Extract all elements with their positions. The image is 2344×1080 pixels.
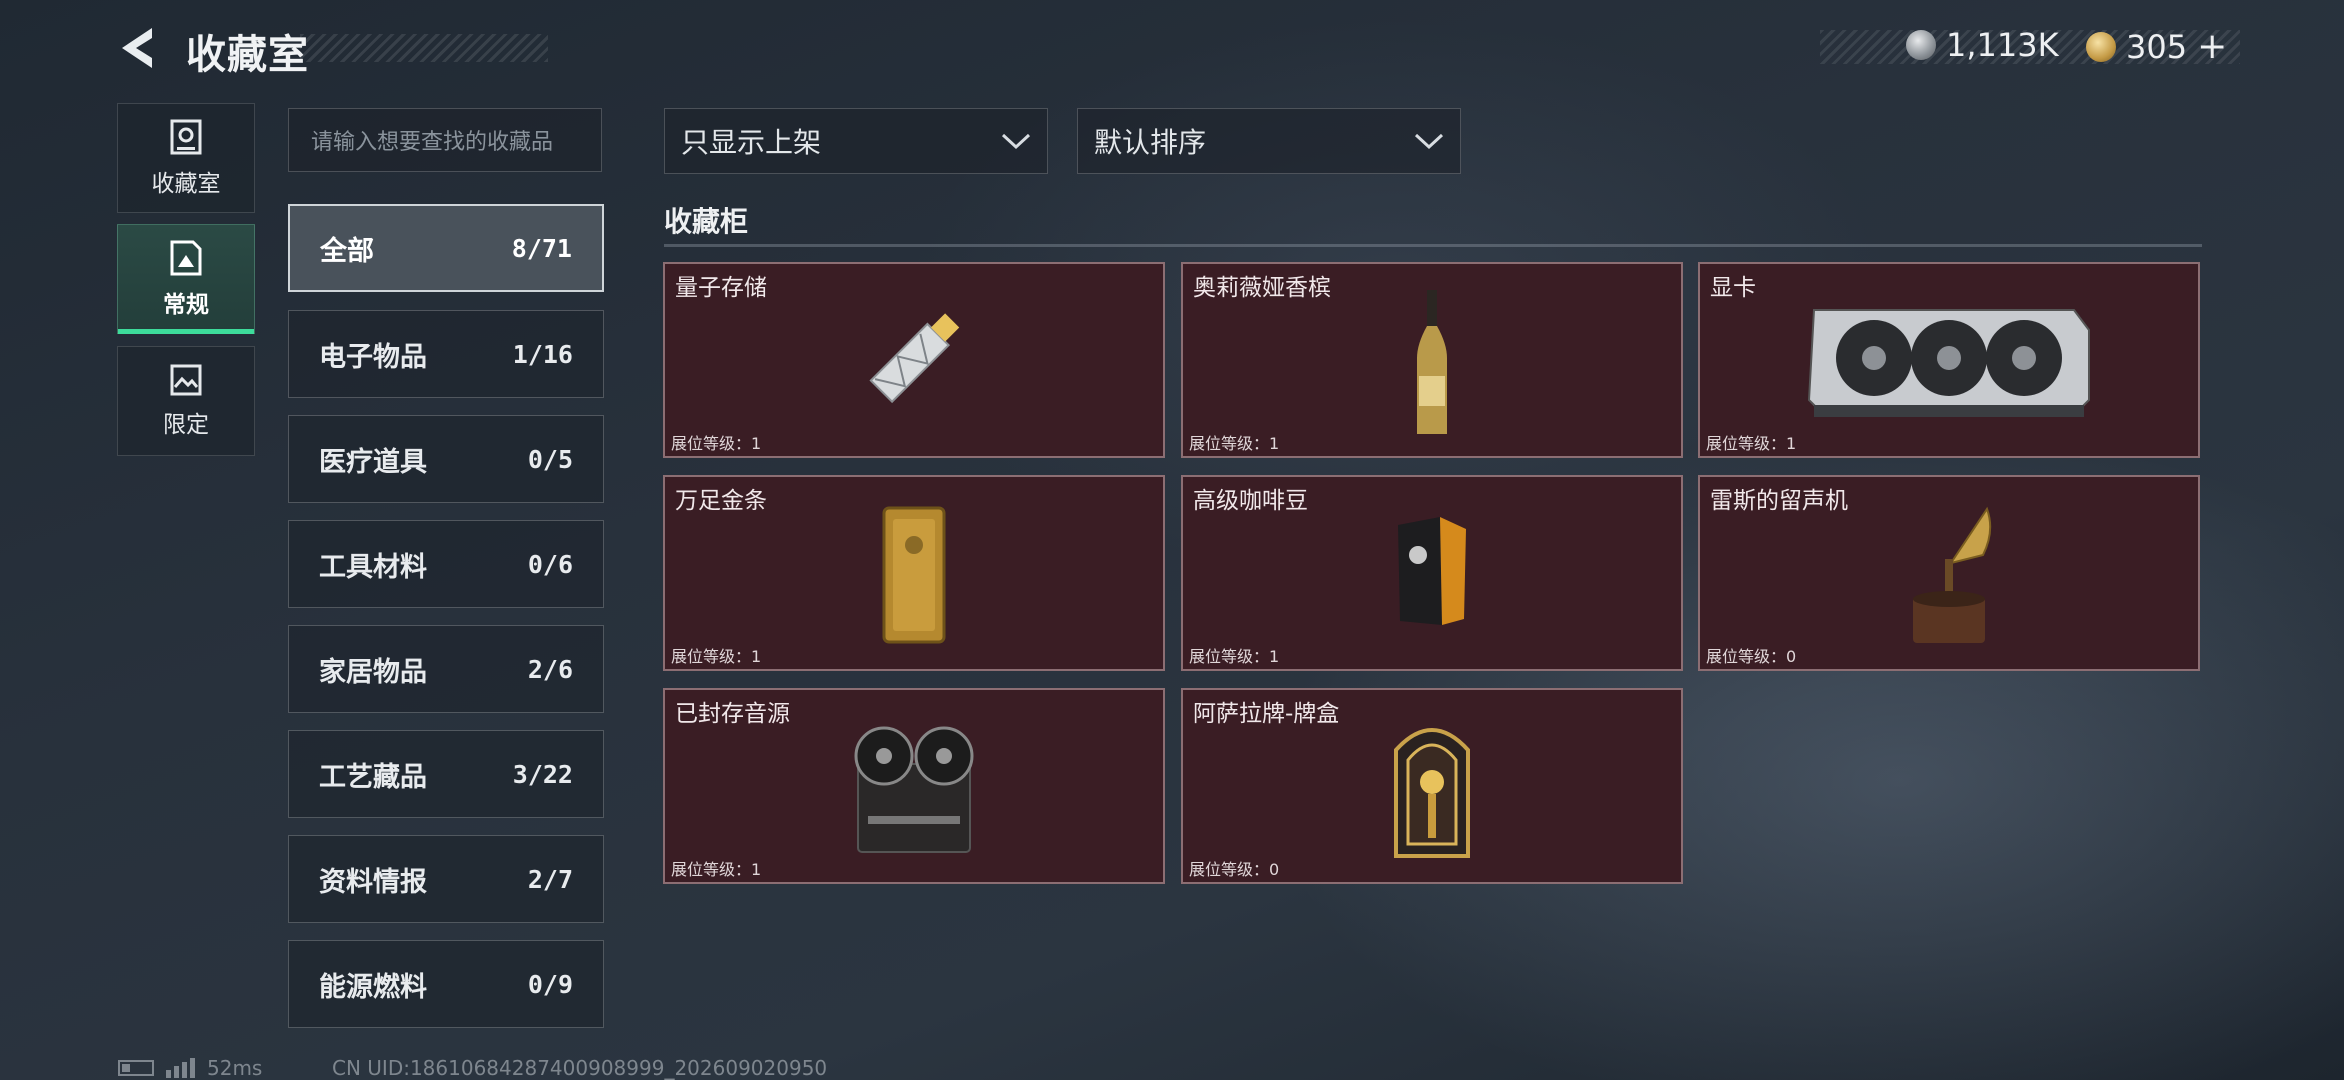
collection-card[interactable]: 奥莉薇娅香槟 展位等级：1 [1181, 262, 1683, 458]
battery-icon [118, 1060, 154, 1076]
collection-card[interactable]: 显卡 展位等级：1 [1698, 262, 2200, 458]
silver-coin-icon [1906, 30, 1936, 60]
collection-card[interactable]: 万足金条 展位等级：1 [663, 475, 1165, 671]
category-name: 能源燃料 [319, 971, 427, 1003]
gramophone-icon [1913, 506, 1992, 643]
category-count: 2/6 [527, 654, 573, 684]
collection-card[interactable]: 高级咖啡豆 展位等级：1 [1181, 475, 1683, 671]
category-intel[interactable]: 资料情报 2/7 [288, 835, 604, 923]
mode-label: 常规 [163, 292, 209, 318]
chevron-down-icon [1001, 133, 1031, 150]
booth-level: 展位等级：1 [671, 860, 762, 879]
collection-card[interactable]: 已封存音源 展位等级：1 [663, 688, 1165, 884]
usb-drive-icon [869, 313, 960, 404]
item-name: 阿萨拉牌-牌盒 [1193, 701, 1340, 727]
item-name: 雷斯的留声机 [1710, 488, 1848, 514]
category-energy[interactable]: 能源燃料 0/9 [288, 940, 604, 1028]
status-bar: 52ms [118, 1056, 262, 1080]
item-name: 高级咖啡豆 [1193, 488, 1308, 514]
silver-currency: 1,113K [1906, 26, 2059, 64]
category-count: 1/16 [512, 339, 573, 369]
item-name: 显卡 [1710, 275, 1756, 301]
section-divider [664, 244, 2202, 247]
sort-value: 默认排序 [1094, 126, 1207, 159]
signal-icon [166, 1058, 195, 1078]
collection-card[interactable]: 雷斯的留声机 展位等级：0 [1698, 475, 2200, 671]
gold-amount: 305 [2126, 27, 2188, 66]
page-title: 收藏室 [186, 32, 309, 78]
mode-tab-vault[interactable]: 收藏室 [117, 103, 255, 213]
booth-level: 展位等级：0 [1189, 860, 1280, 879]
user-uid: CN UID:18610684287400908999_202609020950 [332, 1056, 828, 1080]
ping-value: 52ms [207, 1056, 263, 1080]
search-input[interactable]: 请输入想要查找的收藏品 [288, 108, 602, 172]
gold-bar-icon [882, 506, 946, 644]
category-name: 家居物品 [319, 656, 427, 688]
sort-dropdown[interactable]: 默认排序 [1077, 108, 1461, 174]
title-decoration [300, 34, 548, 62]
champagne-bottle-icon [1417, 290, 1447, 434]
item-name: 奥莉薇娅香槟 [1193, 275, 1331, 301]
category-all[interactable]: 全部 8/71 [288, 204, 604, 292]
vault-icon [170, 119, 202, 155]
mode-tab-regular[interactable]: 常规 [117, 224, 255, 334]
silver-amount: 1,113K [1946, 26, 2059, 64]
category-count: 0/5 [527, 444, 573, 474]
booth-level: 展位等级：1 [1706, 434, 1797, 453]
tape-recorder-icon [854, 726, 974, 853]
item-name: 万足金条 [675, 488, 767, 514]
category-count: 2/7 [527, 864, 573, 894]
category-count: 0/6 [527, 549, 573, 579]
item-name: 已封存音源 [675, 701, 790, 727]
mode-label: 收藏室 [151, 171, 221, 197]
back-arrow-icon[interactable] [118, 26, 158, 70]
chevron-down-icon [1414, 133, 1444, 150]
coffee-bag-icon [1398, 517, 1466, 625]
booth-level: 展位等级：0 [1706, 647, 1797, 666]
add-currency-button[interactable]: + [2197, 26, 2227, 67]
category-count: 8/71 [511, 233, 572, 263]
category-name: 工具材料 [319, 551, 427, 583]
category-name: 全部 [320, 235, 374, 267]
category-electronics[interactable]: 电子物品 1/16 [288, 310, 604, 398]
image-frame-icon [170, 240, 202, 276]
section-title: 收藏柜 [664, 205, 749, 238]
category-crafts[interactable]: 工艺藏品 3/22 [288, 730, 604, 818]
category-household[interactable]: 家居物品 2/6 [288, 625, 604, 713]
mode-label: 限定 [163, 412, 209, 438]
booth-level: 展位等级：1 [1189, 434, 1280, 453]
booth-level: 展位等级：1 [1189, 647, 1280, 666]
display-filter-dropdown[interactable]: 只显示上架 [664, 108, 1048, 174]
collection-card[interactable]: 阿萨拉牌-牌盒 展位等级：0 [1181, 688, 1683, 884]
card-box-icon [1394, 728, 1470, 858]
category-count: 0/9 [527, 969, 573, 999]
item-name: 量子存储 [675, 275, 767, 301]
category-count: 3/22 [512, 759, 573, 789]
mode-tab-limited[interactable]: 限定 [117, 346, 255, 456]
gold-coin-icon [2086, 31, 2116, 62]
graphics-card-icon [1807, 309, 2090, 417]
gold-currency[interactable]: 305 + [2086, 26, 2227, 67]
category-name: 医疗道具 [319, 446, 427, 478]
booth-level: 展位等级：1 [671, 434, 762, 453]
landscape-icon [170, 364, 202, 396]
category-name: 电子物品 [319, 341, 427, 373]
booth-level: 展位等级：1 [671, 647, 762, 666]
category-tools[interactable]: 工具材料 0/6 [288, 520, 604, 608]
category-medical[interactable]: 医疗道具 0/5 [288, 415, 604, 503]
category-name: 工艺藏品 [319, 761, 427, 793]
collection-card[interactable]: 量子存储 展位等级：1 [663, 262, 1165, 458]
category-name: 资料情报 [319, 866, 427, 898]
display-filter-value: 只显示上架 [681, 126, 822, 159]
